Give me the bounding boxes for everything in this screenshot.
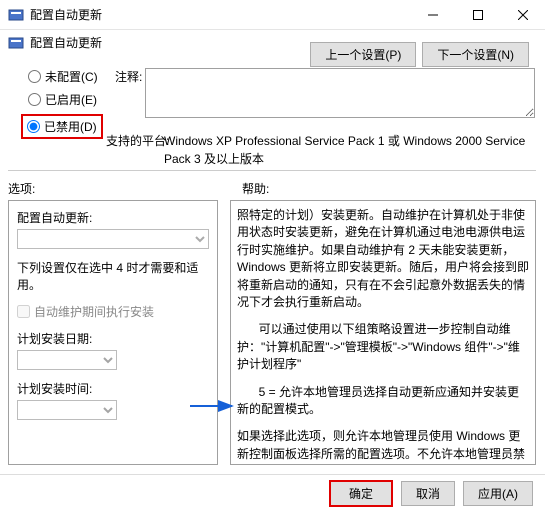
app-icon xyxy=(8,7,24,23)
maximize-button[interactable] xyxy=(455,0,500,30)
radio-enabled[interactable]: 已启用(E) xyxy=(28,91,103,108)
help-text-1: 照特定的计划）安装更新。自动维护在计算机处于非使用状态时安装更新，避免在计算机通… xyxy=(237,207,529,311)
config-update-select xyxy=(17,229,209,249)
prev-setting-button[interactable]: 上一个设置(P) xyxy=(310,42,416,67)
comment-textarea[interactable] xyxy=(145,68,535,118)
radio-disabled-label: 已禁用(D) xyxy=(44,118,97,135)
divider xyxy=(8,170,536,171)
options-note: 下列设置仅在选中 4 时才需要和适用。 xyxy=(17,259,209,293)
auto-maintenance-label: 自动维护期间执行安装 xyxy=(34,303,154,320)
next-setting-button[interactable]: 下一个设置(N) xyxy=(422,42,529,67)
schedule-day-select xyxy=(17,350,117,370)
radio-disabled[interactable]: 已禁用(D) xyxy=(21,114,103,139)
auto-maintenance-checkbox xyxy=(17,305,30,318)
ok-button[interactable]: 确定 xyxy=(329,480,393,507)
apply-button[interactable]: 应用(A) xyxy=(463,481,533,506)
radio-enabled-label: 已启用(E) xyxy=(45,91,97,108)
dialog-footer: 确定 取消 应用(A) xyxy=(0,474,545,512)
platform-text: Windows XP Professional Service Pack 1 或… xyxy=(164,132,536,168)
schedule-time-label: 计划安装时间: xyxy=(17,380,209,397)
radio-not-configured[interactable]: 未配置(C) xyxy=(28,68,103,85)
config-update-label: 配置自动更新: xyxy=(17,209,209,226)
state-radio-group: 未配置(C) 已启用(E) 已禁用(D) xyxy=(28,68,103,139)
help-text-3: 5 = 允许本地管理员选择自动更新应通知并安装更新的配置模式。 xyxy=(237,384,529,419)
minimize-button[interactable] xyxy=(410,0,455,30)
radio-not-configured-label: 未配置(C) xyxy=(45,68,98,85)
policy-title: 配置自动更新 xyxy=(30,34,102,51)
close-button[interactable] xyxy=(500,0,545,30)
schedule-day-label: 计划安装日期: xyxy=(17,330,209,347)
title-bar: 配置自动更新 xyxy=(0,0,545,30)
radio-not-configured-input[interactable] xyxy=(28,70,41,83)
help-text-2: 可以通过使用以下组策略设置进一步控制自动维护："计算机配置"->"管理模板"->… xyxy=(237,321,529,373)
options-panel: 配置自动更新: 下列设置仅在选中 4 时才需要和适用。 自动维护期间执行安装 计… xyxy=(8,200,218,465)
help-text-4: 如果选择此选项，则允许本地管理员使用 Windows 更新控制面板选择所需的配置… xyxy=(237,428,529,465)
help-panel[interactable]: 照特定的计划）安装更新。自动维护在计算机处于非使用状态时安装更新，避免在计算机通… xyxy=(230,200,536,465)
policy-icon xyxy=(8,35,24,51)
radio-disabled-input[interactable] xyxy=(27,120,40,133)
help-label: 帮助: xyxy=(242,180,269,197)
radio-enabled-input[interactable] xyxy=(28,93,41,106)
comment-label: 注释: xyxy=(115,68,142,85)
cancel-button[interactable]: 取消 xyxy=(401,481,455,506)
auto-maintenance-checkbox-row: 自动维护期间执行安装 xyxy=(17,303,209,320)
schedule-time-select xyxy=(17,400,117,420)
platform-label: 支持的平台: xyxy=(106,132,169,149)
options-label: 选项: xyxy=(8,180,35,197)
